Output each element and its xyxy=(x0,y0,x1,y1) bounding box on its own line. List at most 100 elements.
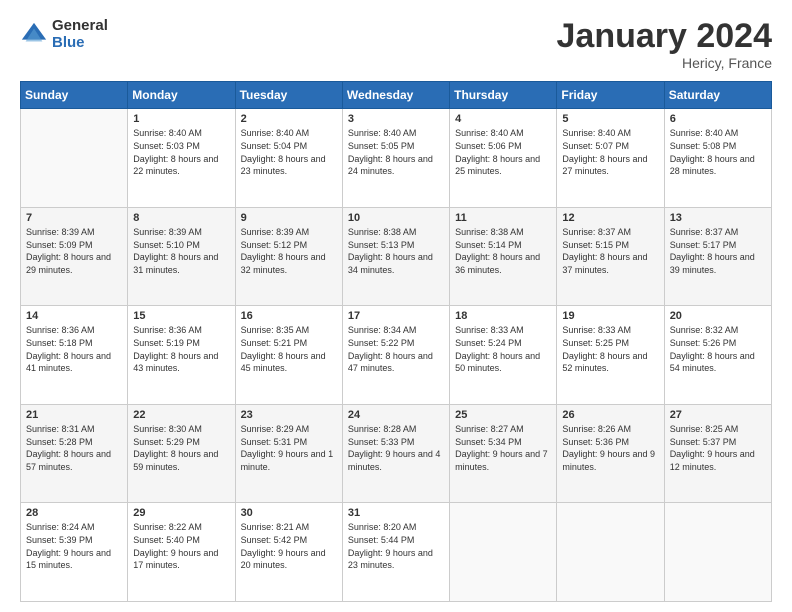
col-saturday: Saturday xyxy=(664,82,771,109)
col-monday: Monday xyxy=(128,82,235,109)
table-row: 28Sunrise: 8:24 AMSunset: 5:39 PMDayligh… xyxy=(21,503,128,602)
cell-details: Sunrise: 8:26 AMSunset: 5:36 PMDaylight:… xyxy=(562,424,655,472)
table-row xyxy=(664,503,771,602)
col-wednesday: Wednesday xyxy=(342,82,449,109)
cell-details: Sunrise: 8:40 AMSunset: 5:07 PMDaylight:… xyxy=(562,128,647,176)
cell-details: Sunrise: 8:21 AMSunset: 5:42 PMDaylight:… xyxy=(241,522,326,570)
table-row: 15Sunrise: 8:36 AMSunset: 5:19 PMDayligh… xyxy=(128,306,235,405)
table-row xyxy=(557,503,664,602)
calendar-header-row: Sunday Monday Tuesday Wednesday Thursday… xyxy=(21,82,772,109)
col-sunday: Sunday xyxy=(21,82,128,109)
cell-details: Sunrise: 8:40 AMSunset: 5:03 PMDaylight:… xyxy=(133,128,218,176)
table-row: 9Sunrise: 8:39 AMSunset: 5:12 PMDaylight… xyxy=(235,207,342,306)
day-number: 31 xyxy=(348,507,444,519)
day-number: 22 xyxy=(133,409,229,421)
cell-details: Sunrise: 8:33 AMSunset: 5:25 PMDaylight:… xyxy=(562,325,647,373)
table-row: 12 Sunrise: 8:37 AMSunset: 5:15 PMDayligh… xyxy=(557,207,664,306)
cell-details: Sunrise: 8:31 AMSunset: 5:28 PMDaylight:… xyxy=(26,424,111,472)
day-number: 12 xyxy=(562,212,658,224)
day-number: 2 xyxy=(241,113,337,125)
table-row: 14 Sunrise: 8:36 AMSunset: 5:18 PMDayligh… xyxy=(21,306,128,405)
day-number: 1 xyxy=(133,113,229,125)
table-row: 10 Sunrise: 8:38 AMSunset: 5:13 PMDayligh… xyxy=(342,207,449,306)
calendar-table: Sunday Monday Tuesday Wednesday Thursday… xyxy=(20,81,772,602)
day-number: 29 xyxy=(133,507,229,519)
day-number: 26 xyxy=(562,409,658,421)
day-number: 17 xyxy=(348,310,444,322)
day-number: 24 xyxy=(348,409,444,421)
cell-details: Sunrise: 8:37 AMSunset: 5:17 PMDaylight:… xyxy=(670,227,755,275)
day-number: 5 xyxy=(562,113,658,125)
cell-details: Sunrise: 8:34 AMSunset: 5:22 PMDaylight:… xyxy=(348,325,433,373)
table-row: 27Sunrise: 8:25 AMSunset: 5:37 PMDayligh… xyxy=(664,404,771,503)
cell-details: Sunrise: 8:39 AMSunset: 5:10 PMDaylight:… xyxy=(133,227,218,275)
cell-details: Sunrise: 8:40 AMSunset: 5:06 PMDaylight:… xyxy=(455,128,540,176)
table-row: 23 Sunrise: 8:29 AMSunset: 5:31 PMDayligh… xyxy=(235,404,342,503)
cell-details: Sunrise: 8:22 AMSunset: 5:40 PMDaylight:… xyxy=(133,522,218,570)
cell-details: Sunrise: 8:39 AMSunset: 5:09 PMDaylight:… xyxy=(26,227,111,275)
cell-details: Sunrise: 8:40 AMSunset: 5:05 PMDaylight:… xyxy=(348,128,433,176)
day-number: 18 xyxy=(455,310,551,322)
day-number: 8 xyxy=(133,212,229,224)
cell-details: Sunrise: 8:32 AMSunset: 5:26 PMDaylight:… xyxy=(670,325,755,373)
cell-details: Sunrise: 8:25 AMSunset: 5:37 PMDaylight:… xyxy=(670,424,755,472)
day-number: 14 xyxy=(26,310,122,322)
day-number: 9 xyxy=(241,212,337,224)
day-number: 30 xyxy=(241,507,337,519)
table-row: 5 Sunrise: 8:40 AMSunset: 5:07 PMDaylight… xyxy=(557,109,664,208)
table-row: 24Sunrise: 8:28 AMSunset: 5:33 PMDayligh… xyxy=(342,404,449,503)
day-number: 3 xyxy=(348,113,444,125)
table-row: 6 Sunrise: 8:40 AMSunset: 5:08 PMDaylight… xyxy=(664,109,771,208)
table-row: 25 Sunrise: 8:27 AMSunset: 5:34 PMDayligh… xyxy=(450,404,557,503)
cell-details: Sunrise: 8:38 AMSunset: 5:14 PMDaylight:… xyxy=(455,227,540,275)
cell-details: Sunrise: 8:40 AMSunset: 5:04 PMDaylight:… xyxy=(241,128,326,176)
table-row: 26 Sunrise: 8:26 AMSunset: 5:36 PMDayligh… xyxy=(557,404,664,503)
page: General Blue January 2024 Hericy, France… xyxy=(0,0,792,612)
cell-details: Sunrise: 8:27 AMSunset: 5:34 PMDaylight:… xyxy=(455,424,548,472)
cell-details: Sunrise: 8:36 AMSunset: 5:18 PMDaylight:… xyxy=(26,325,111,373)
day-number: 16 xyxy=(241,310,337,322)
table-row: 16 Sunrise: 8:35 AMSunset: 5:21 PMDayligh… xyxy=(235,306,342,405)
table-row: 1 Sunrise: 8:40 AMSunset: 5:03 PMDaylight… xyxy=(128,109,235,208)
day-number: 4 xyxy=(455,113,551,125)
logo: General Blue xyxy=(20,18,108,51)
table-row: 20 Sunrise: 8:32 AMSunset: 5:26 PMDayligh… xyxy=(664,306,771,405)
col-friday: Friday xyxy=(557,82,664,109)
table-row: 2 Sunrise: 8:40 AMSunset: 5:04 PMDaylight… xyxy=(235,109,342,208)
day-number: 23 xyxy=(241,409,337,421)
day-number: 20 xyxy=(670,310,766,322)
day-number: 25 xyxy=(455,409,551,421)
table-row: 11Sunrise: 8:38 AMSunset: 5:14 PMDayligh… xyxy=(450,207,557,306)
cell-details: Sunrise: 8:33 AMSunset: 5:24 PMDaylight:… xyxy=(455,325,540,373)
table-row: 8 Sunrise: 8:39 AMSunset: 5:10 PMDaylight… xyxy=(128,207,235,306)
day-number: 10 xyxy=(348,212,444,224)
table-row: 30 Sunrise: 8:21 AMSunset: 5:42 PMDayligh… xyxy=(235,503,342,602)
header: General Blue January 2024 Hericy, France xyxy=(20,18,772,71)
table-row: 4 Sunrise: 8:40 AMSunset: 5:06 PMDaylight… xyxy=(450,109,557,208)
table-row: 7Sunrise: 8:39 AMSunset: 5:09 PMDaylight… xyxy=(21,207,128,306)
cell-details: Sunrise: 8:40 AMSunset: 5:08 PMDaylight:… xyxy=(670,128,755,176)
title-block: January 2024 Hericy, France xyxy=(557,18,773,71)
table-row: 22 Sunrise: 8:30 AMSunset: 5:29 PMDayligh… xyxy=(128,404,235,503)
day-number: 13 xyxy=(670,212,766,224)
cell-details: Sunrise: 8:37 AMSunset: 5:15 PMDaylight:… xyxy=(562,227,647,275)
day-number: 15 xyxy=(133,310,229,322)
logo-icon xyxy=(20,21,48,49)
table-row: 18 Sunrise: 8:33 AMSunset: 5:24 PMDayligh… xyxy=(450,306,557,405)
location: Hericy, France xyxy=(557,55,773,71)
table-row: 17 Sunrise: 8:34 AMSunset: 5:22 PMDayligh… xyxy=(342,306,449,405)
day-number: 21 xyxy=(26,409,122,421)
table-row xyxy=(21,109,128,208)
cell-details: Sunrise: 8:38 AMSunset: 5:13 PMDaylight:… xyxy=(348,227,433,275)
col-thursday: Thursday xyxy=(450,82,557,109)
table-row: 31Sunrise: 8:20 AMSunset: 5:44 PMDayligh… xyxy=(342,503,449,602)
day-number: 19 xyxy=(562,310,658,322)
cell-details: Sunrise: 8:30 AMSunset: 5:29 PMDaylight:… xyxy=(133,424,218,472)
logo-general: General xyxy=(52,18,108,35)
table-row: 3 Sunrise: 8:40 AMSunset: 5:05 PMDaylight… xyxy=(342,109,449,208)
day-number: 6 xyxy=(670,113,766,125)
cell-details: Sunrise: 8:35 AMSunset: 5:21 PMDaylight:… xyxy=(241,325,326,373)
cell-details: Sunrise: 8:29 AMSunset: 5:31 PMDaylight:… xyxy=(241,424,334,472)
logo-blue: Blue xyxy=(52,35,108,52)
table-row: 21 Sunrise: 8:31 AMSunset: 5:28 PMDayligh… xyxy=(21,404,128,503)
